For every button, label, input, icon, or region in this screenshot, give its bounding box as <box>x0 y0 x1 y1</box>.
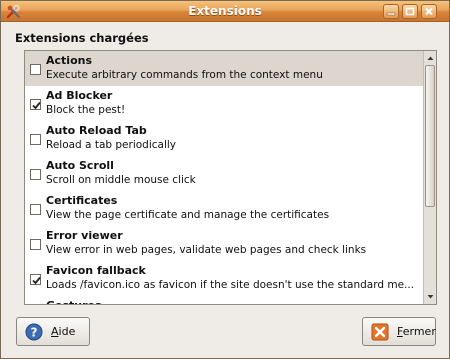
minimize-button[interactable] <box>383 4 399 19</box>
section-label: Extensions chargées <box>15 31 149 45</box>
extensions-window: Extensions Extensions chargées Actions Ex… <box>0 0 450 359</box>
close-button-label: Fermer <box>397 325 436 338</box>
extension-name: Auto Reload Tab <box>46 124 147 137</box>
extension-description: Loads /favicon.ico as favicon if the sit… <box>46 279 415 291</box>
extension-row[interactable]: Certificates View the page certificate an… <box>25 191 423 226</box>
extension-row[interactable]: Error viewer View error in web pages, val… <box>25 226 423 261</box>
extension-description: Scroll on middle mouse click <box>46 174 196 186</box>
extension-row[interactable]: Ad Blocker Block the pest! <box>25 86 423 121</box>
title-bar[interactable]: Extensions <box>1 1 449 22</box>
close-icon <box>371 323 389 341</box>
window-title: Extensions <box>188 4 262 18</box>
extension-name: Actions <box>46 54 92 67</box>
extension-description: Block the pest! <box>46 104 126 116</box>
extension-name: Ad Blocker <box>46 89 113 102</box>
extensions-list[interactable]: Actions Execute arbitrary commands from t… <box>25 51 423 304</box>
extension-row[interactable]: Gestures <box>25 296 423 304</box>
extensions-list-frame: Actions Execute arbitrary commands from t… <box>24 50 437 305</box>
help-button-label: Aide <box>51 325 76 338</box>
vertical-scrollbar[interactable] <box>423 51 436 304</box>
extension-description: Reload a tab periodically <box>46 139 177 151</box>
extension-name: Certificates <box>46 194 118 207</box>
close-window-button[interactable] <box>421 4 437 19</box>
scroll-up-arrow[interactable] <box>424 52 436 64</box>
extension-description: View error in web pages, validate web pa… <box>46 244 367 256</box>
extension-enable-checkbox[interactable] <box>30 204 41 215</box>
maximize-button[interactable] <box>402 4 418 19</box>
scroll-down-arrow[interactable] <box>424 291 436 303</box>
extension-enable-checkbox[interactable] <box>30 169 41 180</box>
close-button[interactable]: Fermer <box>362 317 436 346</box>
extension-enable-checkbox[interactable] <box>30 134 41 145</box>
extension-description: Execute arbitrary commands from the cont… <box>46 69 323 81</box>
extension-enable-checkbox[interactable] <box>30 64 41 75</box>
extension-row[interactable]: Auto Scroll Scroll on middle mouse click <box>25 156 423 191</box>
help-icon: ? <box>25 323 43 341</box>
extension-enable-checkbox[interactable] <box>30 239 41 250</box>
extension-enable-checkbox[interactable] <box>30 99 41 110</box>
extension-name: Auto Scroll <box>46 159 114 172</box>
scrollbar-thumb[interactable] <box>425 65 435 207</box>
extension-name: Favicon fallback <box>46 264 146 277</box>
help-button[interactable]: ? Aide <box>16 317 90 346</box>
extension-row[interactable]: Favicon fallback Loads /favicon.ico as fa… <box>25 261 423 296</box>
maximize-icon <box>405 7 415 16</box>
extension-row[interactable]: Actions Execute arbitrary commands from t… <box>25 51 423 86</box>
minimize-icon <box>386 12 396 16</box>
extension-enable-checkbox[interactable] <box>30 274 41 285</box>
svg-text:?: ? <box>31 326 38 340</box>
extension-row[interactable]: Auto Reload Tab Reload a tab periodically <box>25 121 423 156</box>
extension-description: View the page certificate and manage the… <box>46 209 330 221</box>
extension-name: Error viewer <box>46 229 123 242</box>
extension-name: Gestures <box>46 299 102 304</box>
close-icon <box>425 7 433 16</box>
